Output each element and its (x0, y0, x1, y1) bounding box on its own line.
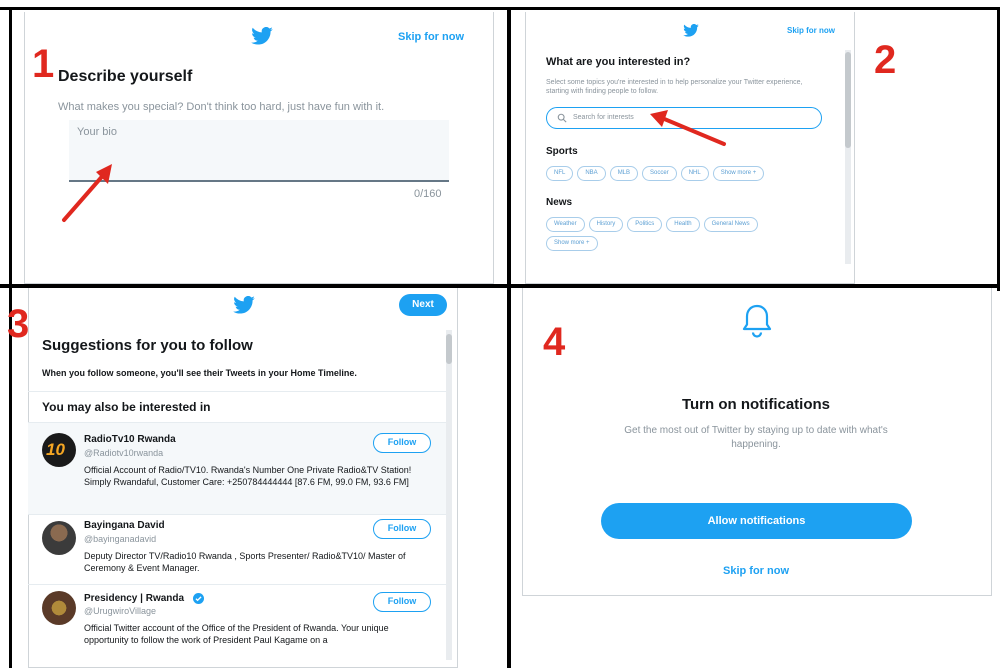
search-placeholder: Search for interests (573, 114, 634, 121)
allow-notifications-button[interactable]: Allow notifications (601, 503, 912, 539)
follow-button[interactable]: Follow (373, 433, 431, 453)
step-number-1: 1 (32, 42, 55, 86)
chip-history[interactable]: History (588, 217, 624, 232)
next-button[interactable]: Next (399, 294, 447, 316)
chip-nhl[interactable]: NHL (680, 166, 709, 181)
grid-line-top (0, 7, 1000, 10)
skip-button[interactable]: Skip for now (398, 31, 464, 43)
search-icon (557, 113, 567, 123)
page-subtitle: Get the most out of Twitter by staying u… (624, 425, 888, 450)
chip-general-news[interactable]: General News (703, 217, 758, 232)
divider (28, 391, 446, 392)
skip-button[interactable]: Skip for now (787, 26, 835, 35)
skip-button[interactable]: Skip for now (600, 565, 912, 577)
section-title-news: News (546, 197, 573, 208)
chip-politics[interactable]: Politics (627, 217, 663, 232)
step-number-4: 4 (543, 320, 566, 364)
page-subtitle: What makes you special? Don't think too … (58, 101, 385, 113)
user-handle: @UrugwiroVillage (84, 606, 156, 616)
user-name: Bayingana David (84, 520, 165, 531)
chip-weather[interactable]: Weather (546, 217, 585, 232)
step-number-2: 2 (874, 38, 897, 82)
verified-badge-icon (193, 593, 204, 604)
scrollbar-track[interactable] (446, 330, 452, 660)
user-handle: @bayinganadavid (84, 534, 157, 544)
avatar: 10 (42, 433, 76, 467)
step-number-3: 3 (7, 302, 30, 346)
chip-nba[interactable]: NBA (577, 166, 606, 181)
page-title: Turn on notifications (681, 396, 831, 413)
char-counter: 0/160 (414, 188, 442, 200)
list-item-user[interactable]: Presidency | Rwanda @UrugwiroVillage Off… (28, 584, 446, 668)
follow-button[interactable]: Follow (373, 519, 431, 539)
avatar (42, 521, 76, 555)
user-name: RadioTv10 Rwanda (84, 434, 176, 445)
arrow-annotation (650, 110, 726, 146)
user-handle: @Radiotv10rwanda (84, 448, 164, 458)
page-subtitle: Select some topics you're interested in … (546, 79, 803, 95)
page-title: What are you interested in? (546, 56, 691, 68)
section-title-sports: Sports (546, 146, 578, 157)
sports-chips: NFL NBA MLB Soccer NHL Show more + (546, 166, 796, 181)
page-subtitle: When you follow someone, you'll see thei… (42, 368, 357, 378)
avatar-logo-text: 10 (46, 440, 65, 459)
avatar (42, 591, 76, 625)
user-bio: Official Account of Radio/TV10. Rwanda's… (84, 465, 412, 487)
chip-mlb[interactable]: MLB (609, 166, 639, 181)
chip-show-more-sports[interactable]: Show more + (712, 166, 765, 181)
twitter-bird-icon (233, 296, 255, 314)
twitter-bird-icon (251, 27, 273, 45)
page-title: Describe yourself (58, 68, 193, 85)
section-title: You may also be interested in (42, 400, 211, 414)
user-name: Presidency | Rwanda (84, 593, 185, 604)
chip-nfl[interactable]: NFL (546, 166, 574, 181)
bio-placeholder: Your bio (77, 126, 117, 138)
twitter-bird-icon (683, 24, 699, 37)
chip-soccer[interactable]: Soccer (642, 166, 677, 181)
list-item-user[interactable]: Bayingana David @bayinganadavid Deputy D… (28, 514, 446, 584)
grid-line-vertical (507, 7, 511, 668)
scrollbar-thumb[interactable] (845, 52, 851, 148)
news-chips: Weather History Politics Health General … (546, 217, 806, 251)
follow-button[interactable]: Follow (373, 592, 431, 612)
bio-input[interactable]: Your bio (69, 120, 449, 182)
page-title: Suggestions for you to follow (42, 337, 253, 354)
user-bio: Official Twitter account of the Office o… (84, 623, 389, 645)
list-item-user[interactable]: 10 RadioTv10 Rwanda @Radiotv10rwanda Off… (28, 422, 446, 514)
arrow-annotation (62, 164, 112, 222)
user-bio: Deputy Director TV/Radio10 Rwanda , Spor… (84, 551, 406, 573)
chip-health[interactable]: Health (666, 217, 700, 232)
bell-icon (742, 304, 772, 338)
scrollbar-thumb[interactable] (446, 334, 452, 364)
chip-show-more-news[interactable]: Show more + (546, 236, 598, 251)
